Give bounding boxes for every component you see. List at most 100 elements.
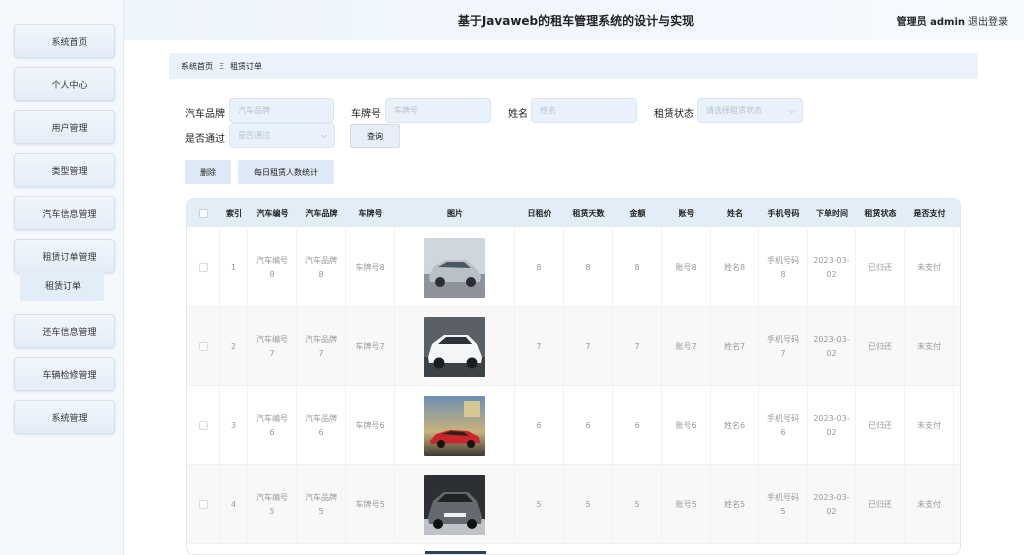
cell-paid: 未支付 [905,307,954,386]
sidebar-item-users[interactable]: 用户管理 [14,110,115,144]
row-checkbox[interactable] [187,465,220,544]
cell-image [395,386,515,465]
white-suv-image[interactable] [424,316,485,377]
sidebar-item-label: 还车信息管理 [42,327,97,338]
pass-placeholder: 是否通过 [238,131,270,140]
brand-label: 汽车品牌 [185,109,225,120]
silver-sedan-image[interactable] [424,237,485,298]
column-header: 租赁状态 [864,208,897,218]
cell-daily-price: 7 [515,307,564,386]
sidebar-item-label: 用户管理 [51,123,88,134]
cell-index: 1 [220,228,248,307]
table-row[interactable]: 2 汽车编号 7 汽车品牌 7 车牌号7 7 7 7 账号7 姓名7 手机号码 7 2… [187,307,960,386]
breadcrumb-separator-icon: Ξ [219,61,225,71]
cell-car-no: 汽车编号 7 [248,307,297,386]
cell-paid: 未支付 [905,465,954,544]
orders-table: 索引 汽车编号 汽车品牌 车牌号 图片 日租价 租赁天数 金额 账号 姓名 手机… [186,198,961,555]
cell-order-time: 2023-03- 02 [808,307,856,386]
cell-status: 已归还 [856,465,905,544]
cell-name: 姓名8 [711,228,759,307]
sidebar-item-maintenance[interactable]: 车辆检修管理 [14,357,115,391]
cell-image [395,307,515,386]
red-sports-car-image[interactable] [424,395,485,456]
cell-order-time: 2023-03- 02 [808,465,856,544]
delete-button[interactable]: 删除 [185,160,231,184]
sidebar: 系统首页 个人中心 用户管理 类型管理 汽车信息管理 租赁订单管理 租赁订单 还… [0,0,124,555]
daily-stats-button[interactable]: 每日租赁人数统计 [238,160,334,184]
cell-car-no: 汽车编号 8 [248,228,297,307]
column-header: 汽车编号 [256,208,289,218]
sidebar-item-cars[interactable]: 汽车信息管理 [14,196,115,230]
cell-index: 3 [220,386,248,465]
cell-status: 已归还 [856,307,905,386]
table-header: 索引 汽车编号 汽车品牌 车牌号 图片 日租价 租赁天数 金额 账号 姓名 手机… [187,199,960,227]
grey-suv-image[interactable] [424,474,485,535]
cell-order-time: 2023-03- 02 [808,386,856,465]
cell-brand: 汽车品牌 5 [297,465,346,544]
pass-select[interactable]: 是否通过 ⌵ [229,123,335,148]
cell-car-no: 汽车编号 6 [248,386,297,465]
breadcrumb: 系统首页 Ξ 租赁订单 [169,53,978,79]
cell-status: 已归还 [856,228,905,307]
cell-days: 7 [564,307,613,386]
page-title: 基于Javaweb的租车管理系统的设计与实现 [457,14,695,28]
cell-phone: 手机号码 6 [759,386,808,465]
cell-plate: 车牌号7 [346,307,395,386]
sidebar-item-label: 个人中心 [51,80,88,91]
column-header: 是否支付 [913,208,946,218]
brand-input[interactable]: 汽车品牌 [229,98,334,123]
sidebar-item-returns[interactable]: 还车信息管理 [14,314,115,348]
cell-name: 姓名7 [711,307,759,386]
cell-image [395,228,515,307]
column-header: 金额 [629,208,646,218]
column-header: 下单时间 [816,208,848,218]
sidebar-item-label: 汽车信息管理 [42,209,97,220]
plate-input[interactable]: 车牌号 [385,98,491,123]
column-header: 租赁天数 [572,208,605,218]
query-button[interactable]: 查询 [350,124,400,148]
row-checkbox[interactable] [187,386,220,465]
cell-account: 账号8 [662,228,711,307]
cell-index: 4 [220,465,248,544]
sidebar-item-label: 系统管理 [51,413,88,424]
cell-car-no: 汽车编号 5 [248,465,297,544]
sidebar-item-profile[interactable]: 个人中心 [14,67,115,101]
sidebar-item-orders[interactable]: 租赁订单管理 [14,239,115,273]
sidebar-subitem-label: 租赁订单 [45,282,82,292]
name-placeholder: 姓名 [540,106,556,115]
table-row[interactable]: 4 汽车编号 5 汽车品牌 5 车牌号5 5 5 5 账号5 姓名5 手机号码 5 2… [187,465,960,544]
status-select[interactable]: 请选择租赁状态 ⌵ [697,98,803,123]
cell-plate: 车牌号6 [346,386,395,465]
header: 基于Javaweb的租车管理系统的设计与实现 [124,0,1024,40]
cell-name: 姓名5 [711,465,759,544]
sidebar-item-home[interactable]: 系统首页 [14,24,115,58]
next-row-image-peek [425,551,486,554]
row-checkbox[interactable] [187,228,220,307]
cell-plate: 车牌号5 [346,465,395,544]
user-name: 管理员 admin [896,17,965,28]
row-checkbox[interactable] [187,307,220,386]
name-input[interactable]: 姓名 [531,98,637,123]
name-label: 姓名 [508,109,528,120]
pass-label: 是否通过 [185,134,225,145]
cell-name: 姓名6 [711,386,759,465]
select-all-checkbox[interactable] [187,199,220,227]
cell-image [395,465,515,544]
sidebar-item-system[interactable]: 系统管理 [14,400,115,434]
breadcrumb-current: 租赁订单 [230,61,263,71]
sidebar-item-types[interactable]: 类型管理 [14,153,115,187]
column-header: 账号 [678,208,695,218]
cell-days: 8 [564,228,613,307]
breadcrumb-home[interactable]: 系统首页 [181,61,213,72]
cell-paid: 未支付 [905,228,954,307]
table-row[interactable]: 3 汽车编号 6 汽车品牌 6 车牌号6 6 6 6 账号6 姓名6 手机号码 6 2… [187,386,960,465]
cell-brand: 汽车品牌 8 [297,228,346,307]
sidebar-subitem-rental-orders[interactable]: 租赁订单 [20,270,104,301]
table-row[interactable]: 1 汽车编号 8 汽车品牌 8 车牌号8 8 8 8 账号8 姓名8 手机号码 8 2… [187,228,960,307]
cell-paid: 未支付 [905,386,954,465]
cell-amount: 6 [613,386,662,465]
column-header: 日租价 [527,208,552,218]
logout-link[interactable]: 退出登录 [968,13,1008,28]
column-header: 索引 [226,208,242,218]
cell-daily-price: 8 [515,228,564,307]
